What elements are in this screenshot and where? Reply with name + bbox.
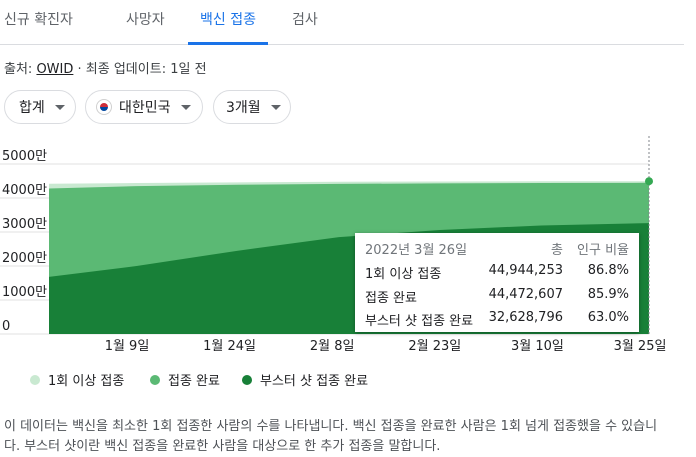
tooltip-row-pct: 85.9% [587,287,629,302]
tab-deaths[interactable]: 사망자 [126,0,165,44]
legend-item[interactable]: 접종 완료 [150,370,220,389]
tooltip-row-pct: 86.8% [587,263,629,278]
y-tick-label: 1000만 [2,285,47,300]
x-tick-label: 1월 24일 [203,339,256,354]
legend-swatch [30,374,40,385]
tooltip-row-total: 32,628,796 [488,310,563,325]
active-tab-indicator [188,42,268,45]
tooltip-date: 2022년 3월 26일 [365,243,468,258]
legend-swatch [150,374,160,385]
period-dropdown[interactable]: 3개월 [213,90,291,124]
hover-point [645,177,653,186]
x-tick-label: 3월 10일 [511,339,564,354]
korea-flag-icon [96,99,112,115]
legend-swatch [242,374,252,385]
source-line: 출처: OWID · 최종 업데이트: 1일 전 [4,62,207,77]
tab-vaccination[interactable]: 백신 접종 [188,0,268,45]
y-tick-label: 4000만 [2,183,47,198]
tab-bar: 신규 확진자 사망자 백신 접종 검사 [0,0,684,45]
source-link-owid[interactable]: OWID [36,62,73,77]
legend-item[interactable]: 부스터 샷 접종 완료 [242,370,368,389]
chart-tooltip: 2022년 3월 26일 총 인구 비율 1회 이상 접종 44,944,253… [355,233,639,332]
tooltip-row-label: 접종 완료 [365,291,417,306]
x-tick-label: 3월 25일 [614,339,667,354]
x-tick-label: 1월 9일 [105,339,150,354]
tooltip-col-total: 총 [551,243,563,258]
x-tick-label: 2월 8일 [310,339,355,354]
y-tick-label: 5000만 [2,149,47,164]
chevron-down-icon [270,104,281,110]
tooltip-row-total: 44,944,253 [488,263,563,278]
tab-tests[interactable]: 검사 [292,0,318,44]
y-tick-label: 2000만 [2,251,47,266]
y-tick-label: 0 [2,319,10,334]
tooltip-row-label: 1회 이상 접종 [365,267,442,282]
tooltip-row-total: 44,472,607 [488,287,563,302]
country-dropdown[interactable]: 대한민국 [85,90,203,124]
chevron-down-icon [180,104,191,110]
tooltip-row-pct: 63.0% [587,310,629,325]
x-tick-label: 2월 23일 [408,339,461,354]
tooltip-row-label: 부스터 샷 접종 완료 [365,314,474,329]
chevron-down-icon [54,104,65,110]
tooltip-col-pct: 인구 비율 [577,243,629,258]
legend-item[interactable]: 1회 이상 접종 [30,370,124,389]
chart-description: 이 데이터는 백신을 최소한 1회 접종한 사람의 수를 나타냅니다. 백신 접… [4,419,658,454]
y-tick-label: 3000만 [2,217,47,232]
tab-new-cases[interactable]: 신규 확진자 [4,0,73,44]
metric-dropdown[interactable]: 합계 [4,90,76,124]
